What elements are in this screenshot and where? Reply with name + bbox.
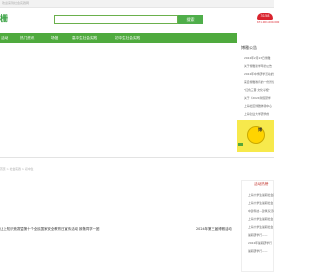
promo-banner[interactable]: 博 bbox=[237, 120, 274, 152]
search-input[interactable] bbox=[54, 15, 178, 24]
nav-item-activity[interactable]: 活动 bbox=[1, 33, 8, 43]
hot-list-item[interactable]: 上海大学生暑期社会 bbox=[248, 201, 274, 205]
top-bar: 欢迎来到社会实践网 bbox=[0, 0, 274, 8]
promo-label: 博 bbox=[258, 127, 262, 132]
announcement-item[interactable]: "红色三晋·文化寻根" bbox=[244, 88, 274, 92]
main-nav: 活动 热门资讯 场馆 高中生社会实践 初中生社会实践 bbox=[0, 33, 237, 43]
hot-list-item[interactable]: 上海大学生暑期社会 bbox=[248, 225, 274, 229]
hot-list-title: 活动热榜 bbox=[254, 182, 269, 186]
top-bar-text: 欢迎来到社会实践网 bbox=[2, 1, 30, 5]
badge-subtext: 671.001.000.000 bbox=[257, 21, 280, 24]
announcement-item[interactable]: 上海创业大学研学的 bbox=[244, 112, 274, 116]
announcement-item[interactable]: 2024年2月13日博雅 bbox=[244, 56, 274, 60]
hot-list-item[interactable]: 暑期研学行—— bbox=[248, 249, 274, 253]
hot-list-item[interactable]: 上海大学生暑期社会实践 bbox=[248, 193, 274, 197]
headline-link-2[interactable]: 2024年第三届博雅活动 bbox=[196, 227, 232, 232]
nav-item-hot-news[interactable]: 热门资讯 bbox=[20, 33, 34, 43]
announcement-item[interactable]: 关于《2024寒假研学 bbox=[244, 96, 274, 100]
badge-number: 3158 bbox=[257, 13, 273, 20]
mascot-icon bbox=[247, 126, 265, 144]
announcement-title: 博雅公告 bbox=[241, 45, 257, 50]
hot-list-item[interactable]: 2024年暑期研学行 bbox=[248, 241, 274, 245]
announcement-item[interactable]: 关于博雅新学年的公告 bbox=[244, 64, 274, 68]
hot-list-item[interactable]: 暑期研学行—— bbox=[248, 233, 274, 237]
search-button[interactable]: 搜索 bbox=[178, 15, 203, 24]
nav-item-high-school[interactable]: 高中生社会实践 bbox=[72, 33, 97, 43]
site-logo[interactable]: 栅 bbox=[0, 14, 8, 24]
hotline-badge: 3158 671.001.000.000 bbox=[257, 13, 280, 26]
hot-list-item[interactable]: 上海大学生暑期社会 bbox=[248, 217, 274, 221]
announcement-item[interactable]: 上海社区博雅体验中心 bbox=[244, 104, 274, 108]
announcement-item[interactable]: 2024年中学研学活动的通知 bbox=[244, 72, 274, 76]
promo-accent bbox=[238, 143, 243, 146]
headline-link[interactable]: 让上知识竞赛暨第十个全民国家安全教育日宣传活动 致敬同学一团 bbox=[0, 227, 99, 232]
breadcrumb: 首页 > 社会实践 > 初中生 bbox=[0, 167, 34, 171]
nav-item-middle-school[interactable]: 初中生社会实践 bbox=[115, 33, 140, 43]
announcement-item[interactable]: 来自博雅教育的一份贺信 bbox=[244, 80, 274, 84]
nav-item-venues[interactable]: 场馆 bbox=[51, 33, 58, 43]
section-divider bbox=[0, 157, 274, 158]
hot-list-item[interactable]: 中建科技—建筑家活动 bbox=[248, 209, 274, 213]
